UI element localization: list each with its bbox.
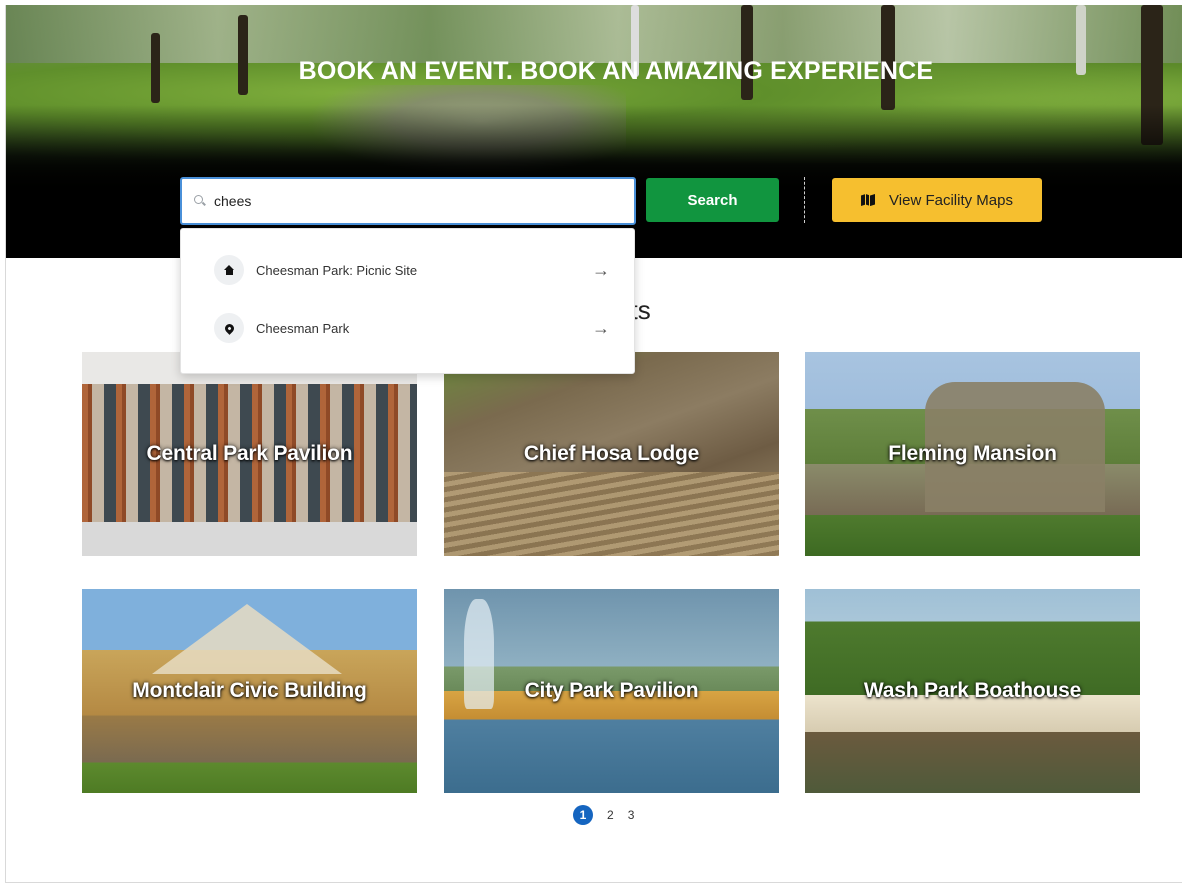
page-2-button[interactable]: 2 [607,808,614,822]
suggestion-label: Cheesman Park [256,320,350,336]
search-icon [194,195,206,207]
page-frame: BOOK AN EVENT. BOOK AN AMAZING EXPERIENC… [5,5,1182,883]
venue-card-title: Chief Hosa Lodge [523,442,700,465]
divider [804,177,805,223]
venue-card-central-park-pavilion[interactable]: Central Park Pavilion [82,352,417,556]
venue-card-fleming-mansion[interactable]: Fleming Mansion [805,352,1140,556]
home-icon [214,255,244,285]
search-input[interactable] [214,193,614,209]
map-icon [861,193,875,207]
suggestion-label: Cheesman Park: Picnic Site [256,262,418,278]
suggestion-item[interactable]: Cheesman Park → [181,299,634,357]
page-3-button[interactable]: 3 [628,808,635,822]
venue-card-wash-park-boathouse[interactable]: Wash Park Boathouse [805,589,1140,793]
venue-card-city-park-pavilion[interactable]: City Park Pavilion [444,589,779,793]
suggestion-item[interactable]: Cheesman Park: Picnic Site → [181,241,634,299]
search-suggestions-dropdown: Cheesman Park: Picnic Site → Cheesman Pa… [180,228,635,374]
venue-card-title: Montclair Civic Building [132,679,367,702]
page-1-button[interactable]: 1 [573,805,593,825]
venue-card-title: Central Park Pavilion [146,442,353,465]
arrow-right-icon: → [592,260,610,280]
location-pin-icon [214,313,244,343]
venue-card-chief-hosa-lodge[interactable]: Chief Hosa Lodge [444,352,779,556]
hero-banner: BOOK AN EVENT. BOOK AN AMAZING EXPERIENC… [6,5,1182,258]
venue-card-montclair-civic-building[interactable]: Montclair Civic Building [82,589,417,793]
search-button[interactable]: Search [646,178,779,222]
pagination: 1 2 3 [573,805,634,825]
venue-card-title: City Park Pavilion [524,679,699,702]
venue-card-title: Fleming Mansion [888,442,1057,465]
search-field[interactable] [180,177,636,225]
hero-title: BOOK AN EVENT. BOOK AN AMAZING EXPERIENC… [298,57,934,85]
venue-card-title: Wash Park Boathouse [863,679,1082,702]
view-facility-maps-label: View Facility Maps [889,191,1013,209]
arrow-right-icon: → [592,318,610,338]
view-facility-maps-button[interactable]: View Facility Maps [832,178,1042,222]
